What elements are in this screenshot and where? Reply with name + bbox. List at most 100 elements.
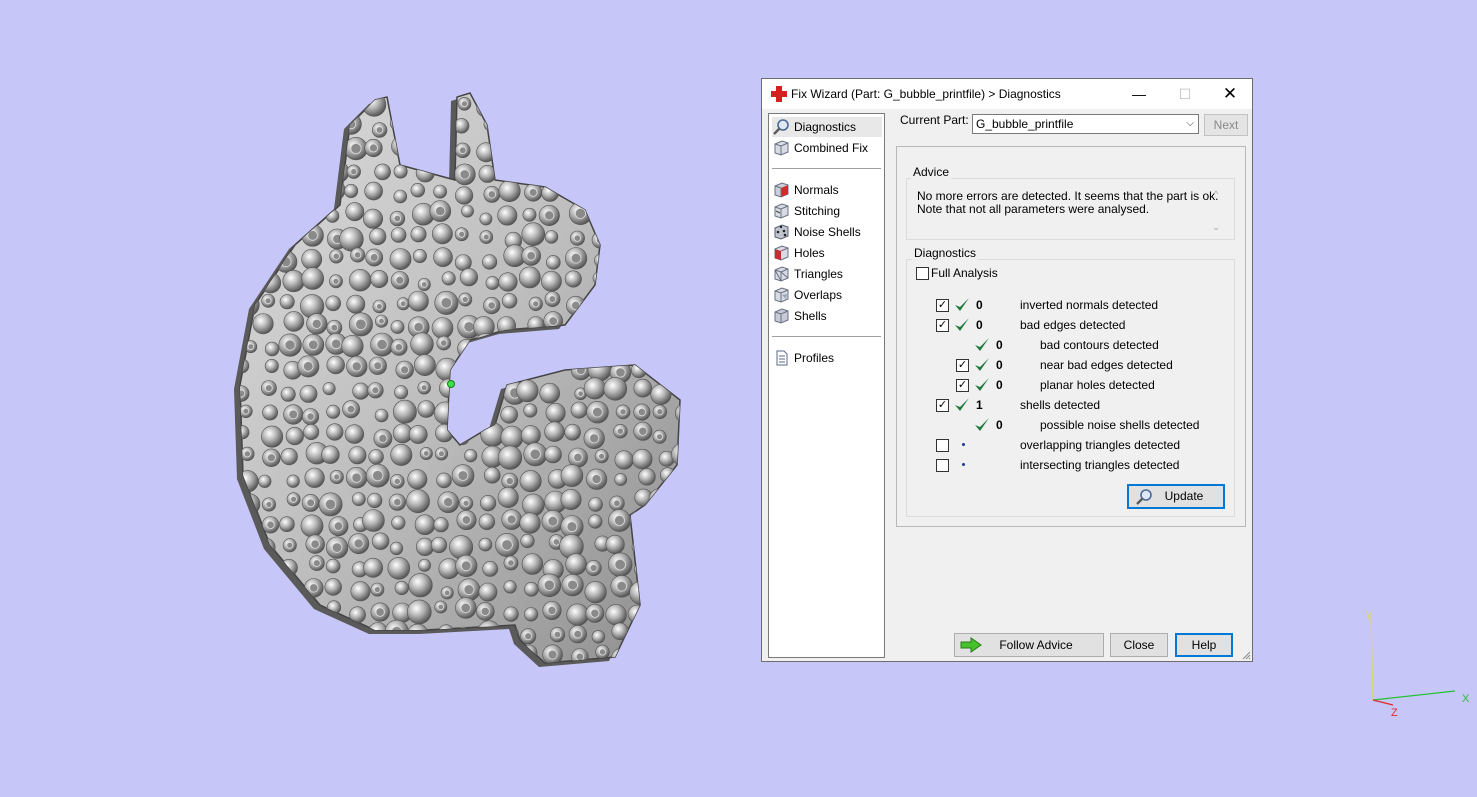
bubble-hole — [656, 322, 668, 333]
scroll-up-icon[interactable]: ^ — [1208, 188, 1224, 201]
full-analysis-checkbox[interactable] — [916, 267, 929, 280]
maximize-button[interactable]: ☐ — [1162, 79, 1208, 109]
bubble — [639, 210, 655, 226]
bubble — [391, 135, 413, 157]
nav-label: Stitching — [794, 204, 841, 218]
diagnostic-checkbox[interactable]: ✓ — [936, 399, 949, 412]
current-part-select[interactable]: G_bubble_printfile ⌵ — [972, 114, 1199, 134]
bubble-hole — [287, 100, 295, 109]
bubble — [594, 253, 608, 268]
nav-item-diagnostics[interactable]: Diagnostics — [772, 117, 882, 137]
minimize-button[interactable]: — — [1116, 79, 1162, 109]
bubble-hole — [240, 121, 249, 132]
bubble — [637, 185, 651, 199]
bubble-hole — [306, 498, 315, 508]
bubble-hole — [505, 99, 517, 110]
diagnostic-label: inverted normals detected — [1020, 298, 1159, 312]
bubble — [629, 580, 654, 605]
bubble-hole — [682, 653, 690, 661]
bubble — [606, 93, 629, 114]
diagnostic-checkbox[interactable]: ✓ — [936, 319, 949, 332]
follow-advice-button[interactable]: Follow Advice — [954, 633, 1104, 657]
bubble — [390, 320, 405, 334]
bubble-hole — [372, 470, 384, 482]
nav-item-noise-shells[interactable]: Noise Shells — [772, 222, 882, 242]
bubble — [477, 620, 501, 644]
close-button[interactable]: Close — [1110, 633, 1168, 657]
bubble — [344, 184, 359, 199]
diagnostic-checkbox[interactable]: ✓ — [956, 379, 969, 392]
bubble-hole — [460, 602, 471, 614]
bubble-hole — [636, 319, 644, 326]
bubble — [485, 276, 500, 290]
bubble-hole — [306, 649, 318, 661]
bubble — [256, 139, 279, 162]
nav-item-normals[interactable]: Normals — [772, 180, 882, 200]
bubble — [322, 382, 336, 396]
bubble — [279, 294, 295, 310]
bubble — [636, 254, 652, 270]
advice-text-box[interactable]: No more errors are detected. It seems th… — [911, 183, 1224, 238]
close-window-button[interactable]: ✕ — [1207, 79, 1253, 109]
bubble — [609, 227, 633, 251]
bubble — [649, 511, 669, 530]
nav-item-profiles[interactable]: Profiles — [772, 348, 882, 368]
diagnostic-checkbox[interactable] — [936, 459, 949, 472]
bubble — [482, 254, 498, 270]
bubble — [282, 625, 300, 643]
bubble — [387, 556, 411, 580]
bubble — [519, 512, 541, 534]
update-button[interactable]: Update — [1127, 484, 1225, 509]
bubble-hole — [461, 296, 469, 303]
diagnostic-count: 0 — [996, 358, 1003, 372]
bubble-hole — [505, 477, 514, 486]
bubble — [281, 603, 305, 627]
diagnostic-checkbox[interactable] — [936, 439, 949, 452]
bubble — [254, 577, 279, 602]
bubble-hole — [570, 141, 578, 149]
scroll-down-icon[interactable]: ⌄ — [1208, 221, 1224, 234]
bubble — [583, 181, 605, 204]
bubble — [301, 120, 322, 140]
nav-item-triangles[interactable]: Triangles — [772, 264, 882, 284]
bubble-hole — [634, 101, 646, 113]
help-button[interactable]: Help — [1175, 633, 1233, 657]
bubble — [657, 97, 680, 119]
bubble — [587, 318, 602, 333]
next-button[interactable]: Next — [1204, 114, 1248, 136]
bubble — [280, 639, 305, 663]
bubble — [675, 115, 680, 139]
bubble — [681, 142, 695, 157]
nav-item-stitching[interactable]: Stitching — [772, 201, 882, 221]
bubble — [544, 445, 562, 464]
bubble — [545, 120, 562, 138]
bubble-hole — [266, 520, 275, 529]
bubble-hole — [333, 521, 344, 531]
nav-item-combined-fix[interactable]: Combined Fix — [772, 138, 882, 158]
g-bubble-part-3d-model[interactable] — [225, 85, 695, 675]
nav-item-holes[interactable]: Holes — [772, 243, 882, 263]
bubble — [348, 446, 367, 465]
document-icon — [776, 350, 788, 366]
bubble-hole — [354, 251, 362, 259]
title-bar[interactable]: Fix Wizard (Part: G_bubble_printfile) > … — [762, 79, 1252, 109]
diagnostic-checkbox[interactable]: ✓ — [936, 299, 949, 312]
diagnostic-checkbox[interactable]: ✓ — [956, 359, 969, 372]
bubble-hole — [573, 234, 581, 242]
bubble — [626, 139, 650, 163]
bubble-hole — [663, 102, 674, 114]
nav-item-overlaps[interactable]: Overlaps — [772, 285, 882, 305]
bubble — [352, 382, 370, 400]
bubble-hole — [638, 426, 648, 436]
bubble-hole — [421, 281, 428, 288]
bubble — [627, 604, 647, 624]
bubble — [630, 229, 652, 251]
advice-scrollbar[interactable]: ^ ⌄ — [1208, 183, 1224, 238]
bubble-hole — [330, 142, 341, 154]
nav-item-shells[interactable]: Shells — [772, 306, 882, 326]
bubble — [544, 421, 565, 442]
bubble-hole — [679, 408, 680, 418]
bubble-hole — [240, 274, 248, 285]
resize-grip-icon[interactable] — [1241, 650, 1251, 660]
bubble — [504, 138, 522, 155]
